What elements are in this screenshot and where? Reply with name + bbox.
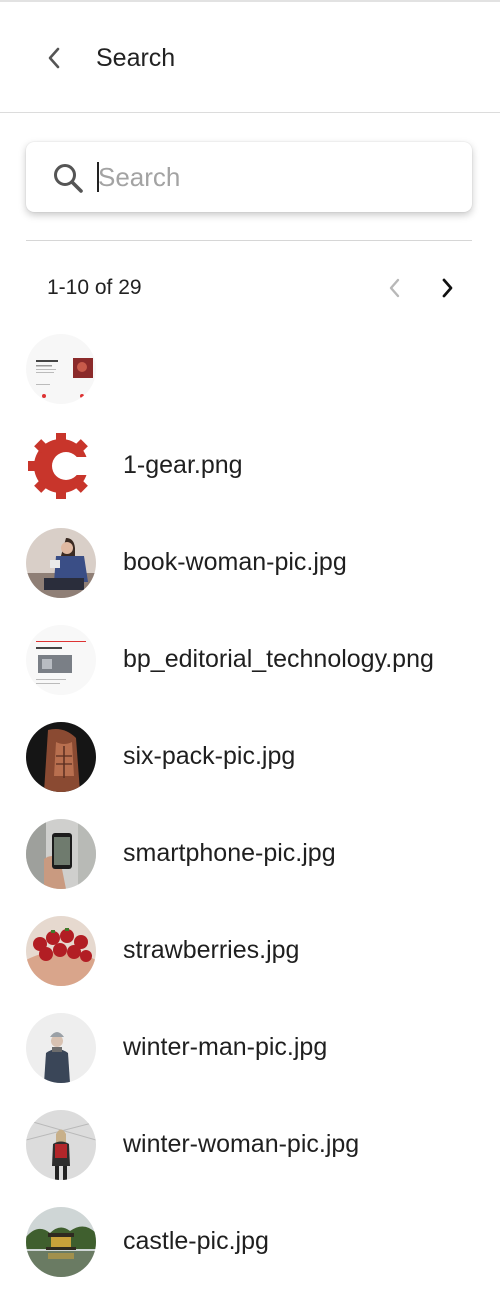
winter-woman-photo-thumbnail bbox=[26, 1110, 96, 1180]
file-name: bp_editorial_technology.png bbox=[123, 645, 434, 673]
gear-logo-thumbnail bbox=[26, 431, 96, 501]
fitness-photo-thumbnail bbox=[26, 722, 96, 792]
castle-photo-thumbnail bbox=[26, 1207, 96, 1277]
back-button[interactable] bbox=[36, 38, 72, 78]
list-item[interactable]: book-woman-pic.jpg bbox=[0, 514, 500, 611]
search-input[interactable] bbox=[96, 155, 448, 199]
winter-man-photo-thumbnail bbox=[26, 1013, 96, 1083]
list-item[interactable]: six-pack-pic.jpg bbox=[0, 708, 500, 805]
search-box[interactable] bbox=[26, 142, 472, 212]
woman-reading-photo-thumbnail bbox=[26, 528, 96, 598]
text-cursor bbox=[97, 162, 99, 192]
divider bbox=[26, 240, 472, 241]
header-bar: Search bbox=[0, 2, 500, 113]
file-name: book-woman-pic.jpg bbox=[123, 548, 347, 576]
smartphone-photo-thumbnail bbox=[26, 819, 96, 889]
list-item[interactable]: smartphone-pic.jpg bbox=[0, 805, 500, 902]
results-list: 1-gear.png book-woman-pic.jpg bp_editori… bbox=[0, 320, 500, 1290]
previous-page-button[interactable] bbox=[380, 273, 410, 303]
file-name: 1-gear.png bbox=[123, 451, 243, 479]
list-item[interactable]: winter-man-pic.jpg bbox=[0, 999, 500, 1096]
file-name: winter-woman-pic.jpg bbox=[123, 1130, 360, 1158]
chevron-right-icon bbox=[442, 278, 453, 298]
strawberries-photo-thumbnail bbox=[26, 916, 96, 986]
file-name: castle-pic.jpg bbox=[123, 1227, 269, 1255]
file-name: winter-man-pic.jpg bbox=[123, 1033, 328, 1061]
list-item[interactable] bbox=[0, 320, 500, 417]
chevron-left-icon bbox=[48, 47, 60, 69]
page-title: Search bbox=[96, 44, 176, 72]
list-item[interactable]: strawberries.jpg bbox=[0, 902, 500, 999]
editorial-technology-page-thumbnail bbox=[26, 625, 96, 695]
search-icon bbox=[54, 164, 83, 193]
list-item[interactable]: bp_editorial_technology.png bbox=[0, 611, 500, 708]
file-name: six-pack-pic.jpg bbox=[123, 742, 296, 770]
search-page: Search 1-10 of 29 bbox=[0, 0, 500, 1299]
list-item[interactable]: winter-woman-pic.jpg bbox=[0, 1096, 500, 1193]
chevron-left-icon bbox=[389, 278, 400, 298]
list-item[interactable]: 1-gear.png bbox=[0, 417, 500, 514]
editorial-page-thumbnail bbox=[26, 334, 96, 404]
file-name: strawberries.jpg bbox=[123, 936, 300, 964]
next-page-button[interactable] bbox=[432, 273, 462, 303]
pagination-range: 1-10 of 29 bbox=[47, 276, 142, 299]
file-name: smartphone-pic.jpg bbox=[123, 839, 336, 867]
list-item[interactable]: castle-pic.jpg bbox=[0, 1193, 500, 1290]
